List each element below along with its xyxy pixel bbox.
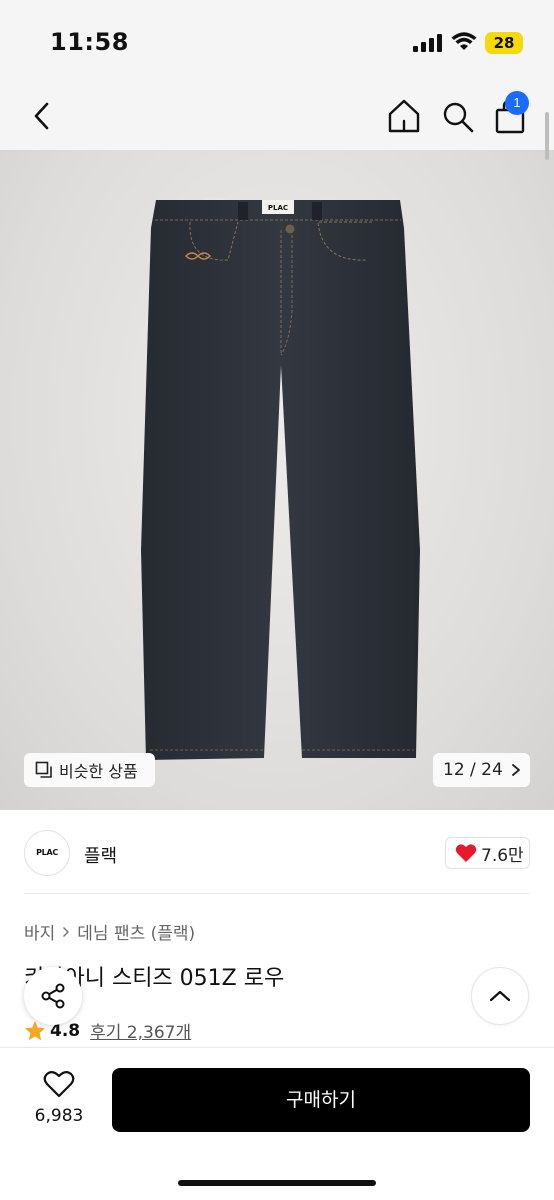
search-icon[interactable] — [440, 96, 476, 136]
wishlist-count: 6,983 — [34, 1106, 84, 1126]
brand-name[interactable]: 플랙 — [84, 842, 117, 868]
brand-like-count: 7.6만 — [481, 845, 524, 866]
share-button[interactable] — [24, 967, 82, 1025]
breadcrumb: 바지 데님 팬츠 (플랙) — [24, 919, 195, 944]
image-counter-button[interactable]: 12 / 24 — [433, 753, 530, 787]
buy-button[interactable]: 구매하기 — [112, 1068, 530, 1132]
battery-indicator: 28 — [485, 32, 523, 54]
bottom-purchase-bar: 6,983 구매하기 — [0, 1047, 554, 1200]
scroll-top-button[interactable] — [471, 967, 529, 1025]
copy-icon — [35, 761, 52, 778]
cart-count-badge: 1 — [505, 91, 529, 115]
wifi-icon — [451, 32, 477, 50]
wishlist-button[interactable]: 6,983 — [30, 1070, 88, 1130]
similar-products-label: 비슷한 상품 — [59, 762, 138, 781]
back-arrow-icon[interactable] — [28, 98, 56, 134]
signal-icon — [413, 34, 442, 52]
scrollbar[interactable] — [545, 112, 549, 160]
jeans-illustration: PLAC — [141, 198, 420, 760]
brand-row[interactable]: PLAC 플랙 7.6만 — [0, 810, 554, 894]
heart-filled-icon — [455, 844, 477, 862]
chevron-right-icon — [62, 926, 70, 938]
brand-logo[interactable]: PLAC — [24, 830, 70, 876]
divider — [24, 893, 530, 894]
breadcrumb-item-denim[interactable]: 데님 팬츠 (플랙) — [77, 919, 195, 944]
reviews-link[interactable]: 후기 2,367개 — [90, 1018, 191, 1043]
similar-products-button[interactable]: 비슷한 상품 — [24, 753, 155, 787]
image-counter-text: 12 / 24 — [443, 760, 503, 780]
status-bar: 11:58 28 — [0, 0, 554, 88]
home-icon[interactable] — [386, 96, 422, 136]
breadcrumb-item-pants[interactable]: 바지 — [24, 919, 55, 944]
share-icon — [41, 983, 65, 1009]
product-image[interactable]: PLAC — [0, 150, 554, 810]
jeans-label-text: PLAC — [268, 204, 288, 212]
nav-bar — [0, 88, 554, 150]
home-indicator — [178, 1180, 376, 1186]
chevron-up-icon — [489, 990, 511, 1002]
brand-like-button[interactable]: 7.6만 — [445, 837, 530, 869]
status-time: 11:58 — [50, 28, 129, 56]
chevron-right-icon — [511, 764, 520, 776]
heart-outline-icon — [43, 1071, 75, 1098]
